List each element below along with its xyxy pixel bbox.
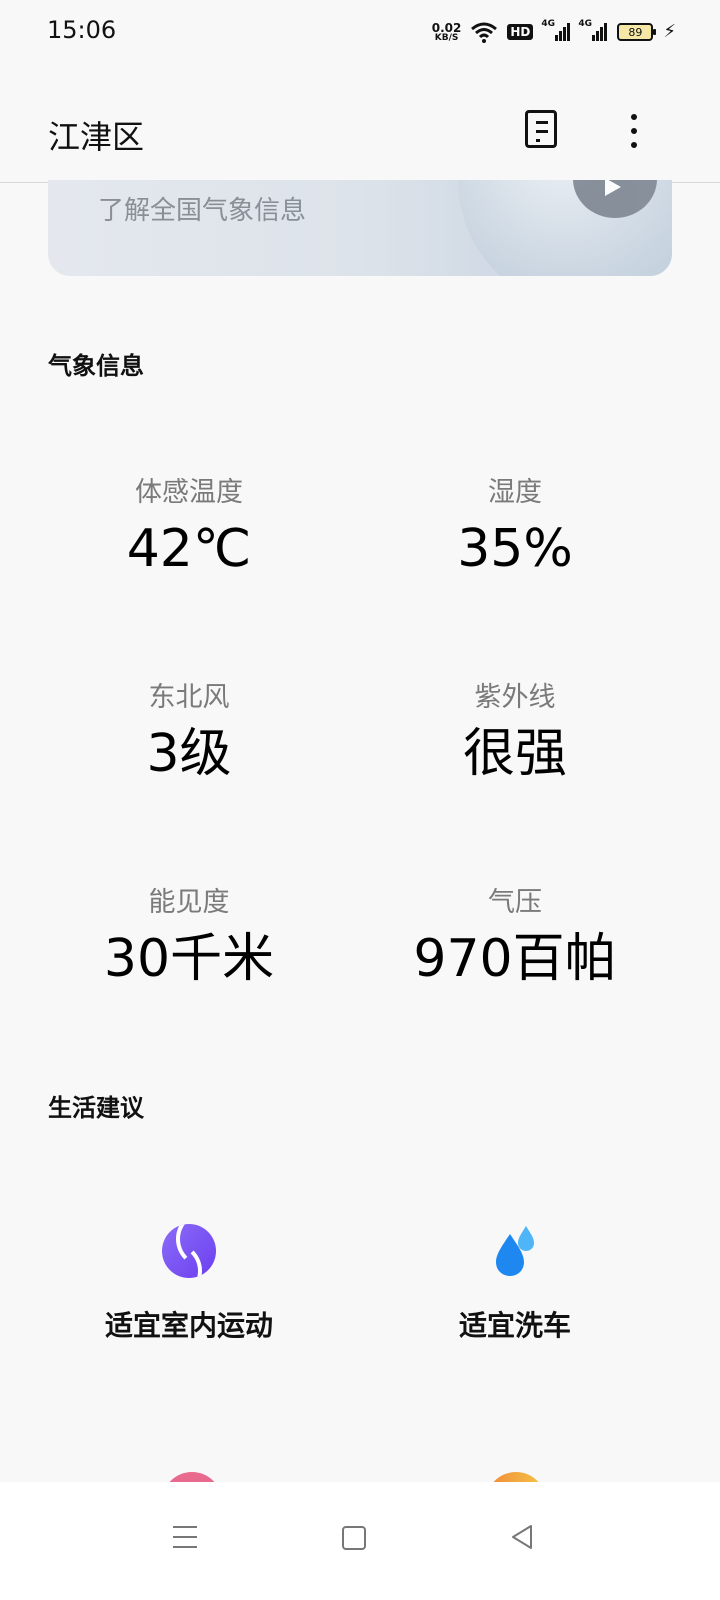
net-speed: 0.02 KB/S	[432, 22, 462, 43]
national-weather-banner[interactable]: 了解全国气象信息	[48, 180, 672, 276]
metric-value: 970百帕	[413, 929, 617, 989]
metric-feels-like: 体感温度 42℃	[24, 470, 354, 578]
metric-label: 湿度	[488, 477, 542, 508]
more-vertical-icon[interactable]	[622, 114, 646, 148]
banner-text: 了解全国气象信息	[98, 196, 307, 226]
signal-type-label: 4G	[541, 19, 556, 29]
metric-value: 35%	[457, 519, 573, 579]
advice-text: 适宜室内运动	[104, 1309, 273, 1342]
metric-value: 3级	[146, 724, 232, 784]
signal-icon: 4G	[578, 19, 608, 41]
battery-level: 89	[628, 25, 643, 39]
signal-type-label: 4G	[578, 19, 593, 29]
metric-uv: 紫外线 很强	[350, 675, 680, 783]
wifi-icon	[471, 22, 498, 43]
metric-value: 30千米	[103, 929, 275, 989]
advice-text: 适宜洗车	[458, 1309, 571, 1342]
section-title-life-advice: 生活建议	[48, 1094, 144, 1122]
net-speed-value: 0.02	[431, 20, 462, 35]
net-speed-unit: KB/S	[434, 32, 459, 43]
hd-badge: HD	[507, 24, 534, 40]
system-nav-bar	[0, 1482, 720, 1600]
metric-value: 很强	[462, 724, 567, 784]
charging-icon: ⚡	[663, 21, 676, 42]
metric-label: 东北风	[148, 682, 230, 713]
page-title: 江津区	[48, 118, 145, 156]
metric-visibility: 能见度 30千米	[24, 880, 354, 988]
metric-value: 42℃	[126, 519, 252, 579]
metric-label: 能见度	[148, 887, 230, 918]
advice-item-car-wash[interactable]: 适宜洗车	[350, 1224, 680, 1344]
metric-label: 气压	[488, 887, 542, 918]
menu-icon[interactable]	[160, 1512, 210, 1562]
metric-label: 紫外线	[474, 682, 556, 713]
sport-ball-icon	[162, 1224, 216, 1278]
advice-item-sport[interactable]: 适宜室内运动	[24, 1224, 354, 1344]
battery-icon: 89	[617, 23, 657, 41]
status-bar: 15:06 0.02 KB/S HD 4G 4G 89 ⚡	[0, 0, 720, 64]
metric-humidity: 湿度 35%	[350, 470, 680, 578]
signal-icon: 4G	[541, 19, 571, 41]
section-title-weather-info: 气象信息	[48, 352, 144, 380]
back-icon[interactable]	[497, 1512, 547, 1562]
metric-pressure: 气压 970百帕	[350, 880, 680, 988]
water-drop-icon	[488, 1224, 542, 1278]
app-bar: 江津区	[0, 64, 720, 183]
status-icons: 0.02 KB/S HD 4G 4G 89 ⚡	[432, 16, 676, 48]
list-icon[interactable]	[525, 110, 557, 148]
metric-label: 体感温度	[135, 477, 243, 508]
home-icon[interactable]	[328, 1512, 378, 1562]
metric-wind: 东北风 3级	[24, 675, 354, 783]
status-time: 15:06	[47, 16, 117, 44]
